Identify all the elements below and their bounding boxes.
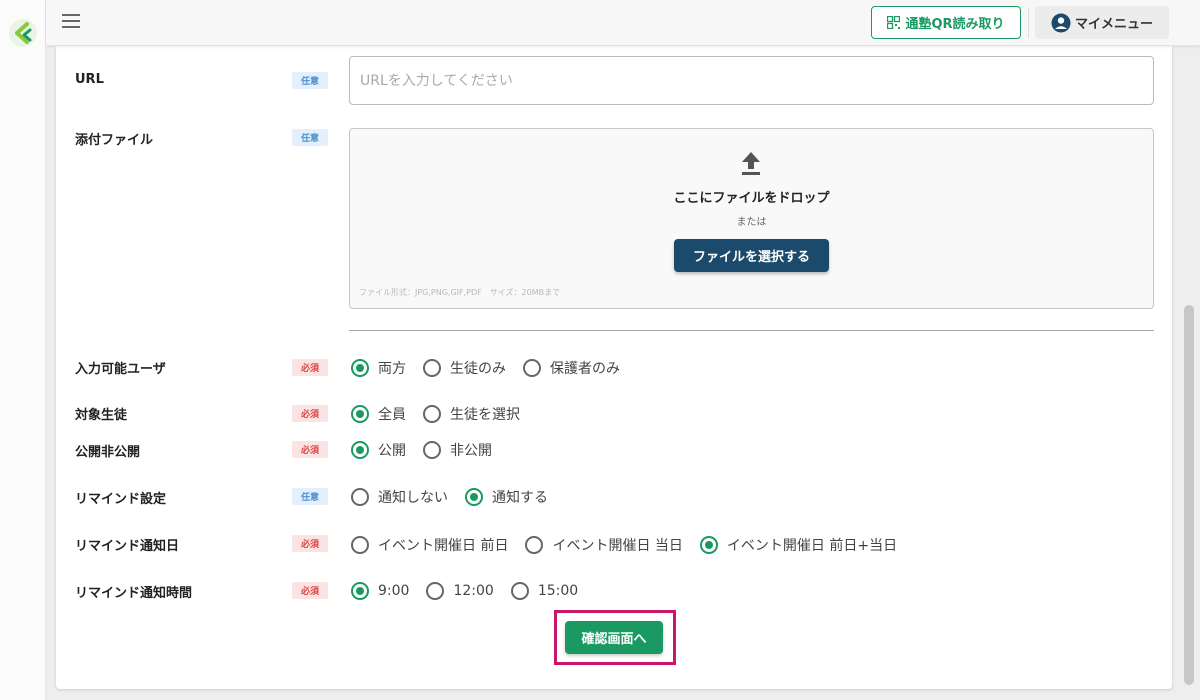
radio-option-all[interactable]: 全員 xyxy=(351,404,406,424)
radio-label: 非公開 xyxy=(450,443,492,459)
optional-badge: 任意 xyxy=(292,488,328,505)
radio-label: 公開 xyxy=(378,443,406,459)
left-sidebar xyxy=(0,0,46,700)
confirm-button[interactable]: 確認画面へ xyxy=(565,621,663,654)
radio-option-students-only[interactable]: 生徒のみ xyxy=(423,358,506,378)
section-divider xyxy=(349,330,1154,331)
radio-button[interactable] xyxy=(351,488,369,506)
radio-button[interactable] xyxy=(525,536,544,554)
url-input[interactable] xyxy=(349,56,1154,105)
radio-option-same-day[interactable]: イベント開催日 当日 xyxy=(525,535,683,555)
visibility-radio-group: 公開 非公開 xyxy=(351,440,509,460)
radio-option-notify[interactable]: 通知する xyxy=(465,487,548,507)
radio-option-private[interactable]: 非公開 xyxy=(423,440,492,460)
radio-button[interactable] xyxy=(351,441,369,459)
top-bar: 通塾QR読み取り マイメニュー xyxy=(46,0,1200,46)
radio-button[interactable] xyxy=(423,405,441,423)
qr-scan-button[interactable]: 通塾QR読み取り xyxy=(871,6,1021,39)
optional-badge: 任意 xyxy=(292,129,328,146)
required-badge: 必須 xyxy=(292,359,328,376)
target-students-label: 対象生徒 xyxy=(75,408,128,423)
radio-option-9[interactable]: 9:00 xyxy=(351,582,409,600)
form-card: URL 任意 添付ファイル 任意 ここにファイルをドロップ または ファイルを選… xyxy=(56,46,1172,689)
my-menu-button[interactable]: マイメニュー xyxy=(1035,6,1169,39)
upload-icon xyxy=(742,152,760,175)
radio-option-both[interactable]: 両方 xyxy=(351,358,406,378)
radio-label: 全員 xyxy=(378,407,406,423)
attachment-label: 添付ファイル xyxy=(75,133,154,148)
drop-instruction: ここにファイルをドロップ xyxy=(673,191,830,206)
radio-button[interactable] xyxy=(351,536,369,554)
qr-scan-button-label: 通塾QR読み取り xyxy=(905,17,1005,32)
required-badge: 必須 xyxy=(292,535,328,552)
radio-option-select-students[interactable]: 生徒を選択 xyxy=(423,404,520,424)
radio-label: 通知する xyxy=(492,490,548,506)
account-circle-icon xyxy=(1051,13,1071,32)
scrollbar-thumb[interactable] xyxy=(1184,305,1194,685)
my-menu-label: マイメニュー xyxy=(1074,17,1153,32)
radio-label: 保護者のみ xyxy=(550,361,620,377)
visibility-label: 公開非公開 xyxy=(75,445,141,460)
qr-code-icon xyxy=(887,16,901,29)
radio-label: 12:00 xyxy=(453,583,494,599)
radio-button[interactable] xyxy=(423,441,441,459)
radio-label: イベント開催日 前日 xyxy=(378,538,509,554)
input-users-label: 入力可能ユーザ xyxy=(75,362,166,377)
required-badge: 必須 xyxy=(292,582,328,599)
radio-button[interactable] xyxy=(699,536,718,554)
file-dropzone[interactable]: ここにファイルをドロップ または ファイルを選択する ファイル形式：JPG,PN… xyxy=(349,128,1154,309)
radio-button[interactable] xyxy=(351,405,369,423)
radio-label: イベント開催日 当日 xyxy=(552,538,683,554)
select-file-button[interactable]: ファイルを選択する xyxy=(674,239,829,272)
radio-label: 生徒を選択 xyxy=(450,407,520,423)
file-format-hint: ファイル形式：JPG,PNG,GIF,PDF サイズ：20MBまで xyxy=(359,288,561,297)
radio-option-both-days[interactable]: イベント開催日 前日+当日 xyxy=(699,535,898,555)
reminder-radio-group: 通知しない 通知する xyxy=(351,487,565,507)
reminder-day-radio-group: イベント開催日 前日 イベント開催日 当日 イベント開催日 前日+当日 xyxy=(351,535,914,555)
radio-button[interactable] xyxy=(465,488,483,506)
reminder-time-radio-group: 9:00 12:00 15:00 xyxy=(351,582,595,600)
input-users-radio-group: 両方 生徒のみ 保護者のみ xyxy=(351,358,637,378)
radio-option-no-notify[interactable]: 通知しない xyxy=(351,487,448,507)
radio-option-15[interactable]: 15:00 xyxy=(510,582,579,600)
radio-button[interactable] xyxy=(351,582,369,600)
reminder-label: リマインド設定 xyxy=(75,492,167,507)
radio-option-12[interactable]: 12:00 xyxy=(426,582,494,600)
radio-option-day-before[interactable]: イベント開催日 前日 xyxy=(351,535,508,555)
radio-label: 生徒のみ xyxy=(450,361,506,377)
radio-button[interactable] xyxy=(523,359,541,377)
required-badge: 必須 xyxy=(292,441,328,458)
radio-button[interactable] xyxy=(426,582,445,600)
optional-badge: 任意 xyxy=(292,72,328,89)
radio-label: 両方 xyxy=(378,361,406,377)
hamburger-menu-icon[interactable] xyxy=(62,14,80,28)
reminder-time-label: リマインド通知時間 xyxy=(75,586,193,601)
radio-option-guardians-only[interactable]: 保護者のみ xyxy=(523,358,620,378)
radio-button[interactable] xyxy=(351,359,369,377)
radio-button[interactable] xyxy=(423,359,441,377)
url-label: URL xyxy=(75,72,104,87)
required-badge: 必須 xyxy=(292,405,328,422)
app-logo-icon[interactable] xyxy=(8,18,38,48)
radio-option-public[interactable]: 公開 xyxy=(351,440,406,460)
reminder-day-label: リマインド通知日 xyxy=(75,539,180,554)
radio-label: 15:00 xyxy=(537,583,579,599)
radio-label: 通知しない xyxy=(378,490,448,506)
header-divider xyxy=(1028,8,1029,38)
or-text: または xyxy=(736,217,767,228)
target-students-radio-group: 全員 生徒を選択 xyxy=(351,404,537,424)
radio-label: イベント開催日 前日+当日 xyxy=(726,538,898,554)
radio-label: 9:00 xyxy=(378,583,410,599)
radio-button[interactable] xyxy=(510,582,529,600)
